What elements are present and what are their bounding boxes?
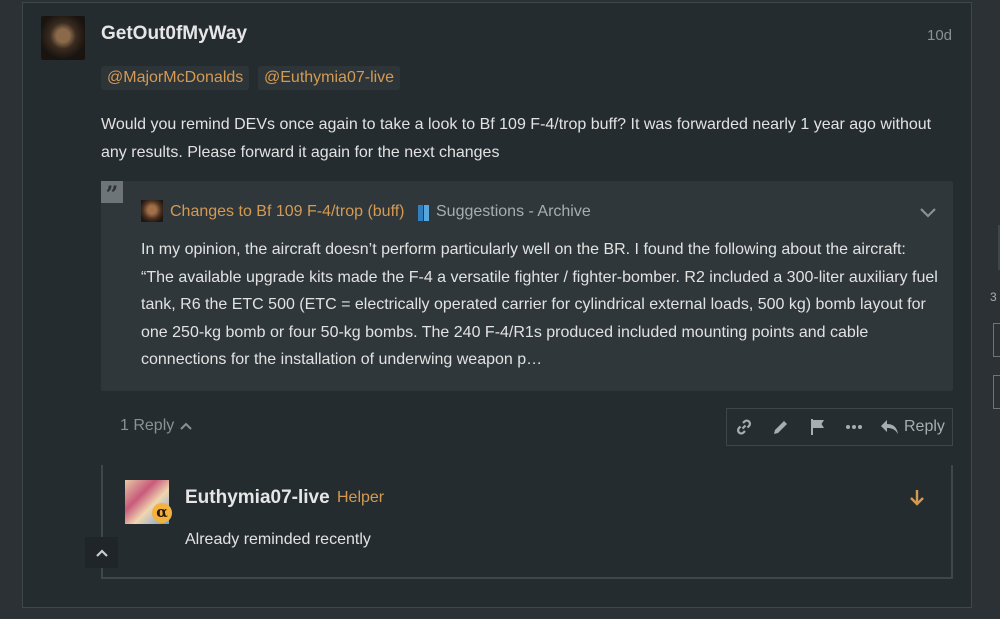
scroll-to-top-button[interactable] <box>85 537 118 568</box>
link-icon[interactable] <box>735 418 753 436</box>
edit-icon[interactable] <box>772 418 790 436</box>
nested-reply-container <box>101 465 953 579</box>
post-username[interactable]: GetOut0fMyWay <box>101 23 247 45</box>
category-badge-icon <box>418 205 429 221</box>
user-badge-icon: α <box>152 503 172 523</box>
quote-icon: ” <box>101 181 123 208</box>
reply-button[interactable]: Reply <box>880 415 945 439</box>
right-edge-control-2[interactable] <box>993 375 1000 409</box>
replies-toggle-label: 1 Reply <box>120 417 175 434</box>
reply-user-title: Helper <box>337 489 385 506</box>
quote-topic-link[interactable]: Changes to Bf 109 F-4/trop (buff) <box>170 203 405 221</box>
reply-username[interactable]: Euthymia07-live <box>185 487 330 509</box>
replies-toggle-button[interactable]: 1 Reply <box>120 417 192 435</box>
more-icon[interactable] <box>845 418 863 436</box>
reply-body: Already reminded recently <box>185 531 371 548</box>
chevron-up-icon <box>180 422 192 430</box>
mention-euthymia07-live[interactable]: @Euthymia07-live <box>258 66 401 90</box>
category-swatch-secondary <box>424 205 429 221</box>
reply-button-label: Reply <box>904 418 945 435</box>
chevron-down-icon[interactable] <box>918 204 938 220</box>
right-edge-control-1[interactable] <box>993 323 1000 357</box>
reply-arrow-icon <box>881 420 898 434</box>
avatar[interactable] <box>41 16 85 60</box>
chevron-up-icon <box>95 548 108 557</box>
right-edge-number: 3 <box>990 290 997 304</box>
mention-majormcdonalds[interactable]: @MajorMcDonalds <box>101 66 250 90</box>
quote-category-link[interactable]: Suggestions - Archive <box>436 203 591 221</box>
quote-excerpt: In my opinion, the aircraft doesn’t perf… <box>141 241 938 368</box>
arrow-down-icon[interactable] <box>908 488 926 508</box>
post-body: Would you remind DEVs once again to take… <box>101 116 932 161</box>
post-date[interactable]: 10d <box>927 27 952 44</box>
category-swatch-primary <box>418 205 423 221</box>
flag-icon[interactable] <box>809 418 827 436</box>
quote-avatar <box>141 200 163 222</box>
